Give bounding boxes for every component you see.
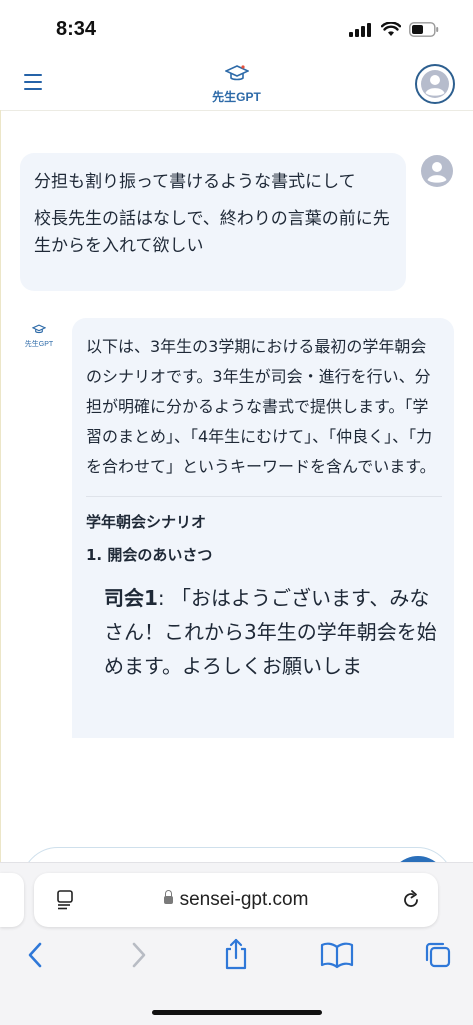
browser-bar: sensei-gpt.com [0,862,473,1025]
bot-avatar-label: 先生GPT [24,341,54,348]
user-avatar-icon [427,162,447,183]
home-indicator [152,1010,322,1015]
user-message-line: 分担も割り振って書けるような書式にして [34,172,356,192]
message-input[interactable] [21,847,454,862]
address-bar[interactable]: sensei-gpt.com [34,873,438,927]
status-bar: 8:34 [0,0,473,56]
user-message: 分担も割り振って書けるような書式にして 校長先生の話はなしで、終わりの言葉の前に… [20,153,406,291]
brand-name: 先生GPT [212,90,261,104]
browser-toolbar [0,938,473,985]
section-heading: 1. 開会のあいさつ [86,546,213,564]
app-header: 先生GPT [0,56,473,111]
share-icon[interactable] [222,937,250,971]
reload-icon[interactable] [400,889,422,911]
battery-icon [409,22,439,37]
previous-tab[interactable] [0,873,24,927]
graduation-cap-icon [31,324,47,334]
user-avatar [421,155,453,187]
assistant-intro-text: 以下は、3年生の3学期における最初の学年朝会のシナリオです。3年生が司会・進行を… [86,337,436,476]
graduation-cap-icon [223,65,250,81]
divider [86,496,442,497]
user-avatar-icon [421,70,449,98]
user-message-line: 校長先生の話はなしで、終わりの言葉の前に先生からを入れて欲しい [34,209,390,256]
scenario-title: 学年朝会シナリオ [86,513,207,531]
lock-icon [163,890,173,904]
signal-icon [349,22,371,37]
wifi-icon [381,22,401,36]
assistant-message: 以下は、3年生の3学期における最初の学年朝会のシナリオです。3年生が司会・進行を… [72,318,454,738]
chat-area: 分担も割り振って書けるような書式にして 校長先生の話はなしで、終わりの言葉の前に… [0,110,473,862]
tabs-icon[interactable] [422,941,452,969]
bot-avatar: 先生GPT [23,320,55,349]
speech-line: 司会1: 「おはようございます、みなさん！これから3年生の学年朝会を始めます。よ… [104,581,442,683]
url-display: sensei-gpt.com [34,889,438,911]
back-icon[interactable] [26,941,46,969]
speaker-name: 司会1 [104,586,158,610]
url-text: sensei-gpt.com [179,889,309,910]
status-time: 8:34 [56,18,97,40]
brand-logo: 先生GPT [0,64,473,105]
profile-avatar-button[interactable] [415,64,455,104]
forward-icon[interactable] [128,941,148,969]
bookmarks-icon[interactable] [320,941,354,969]
status-icons [349,22,439,37]
